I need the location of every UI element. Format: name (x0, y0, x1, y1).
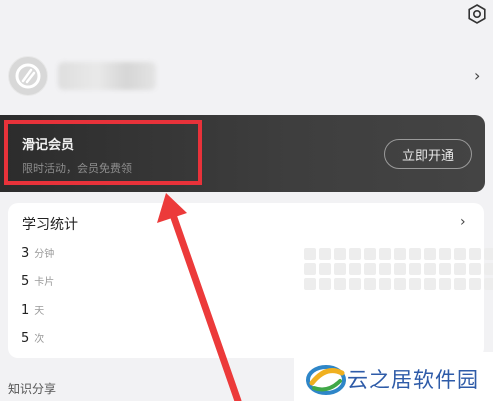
logo-swirl-icon (306, 365, 346, 395)
watermark-text: 云之居软件园 (347, 368, 479, 392)
annotation-arrow (157, 193, 242, 401)
